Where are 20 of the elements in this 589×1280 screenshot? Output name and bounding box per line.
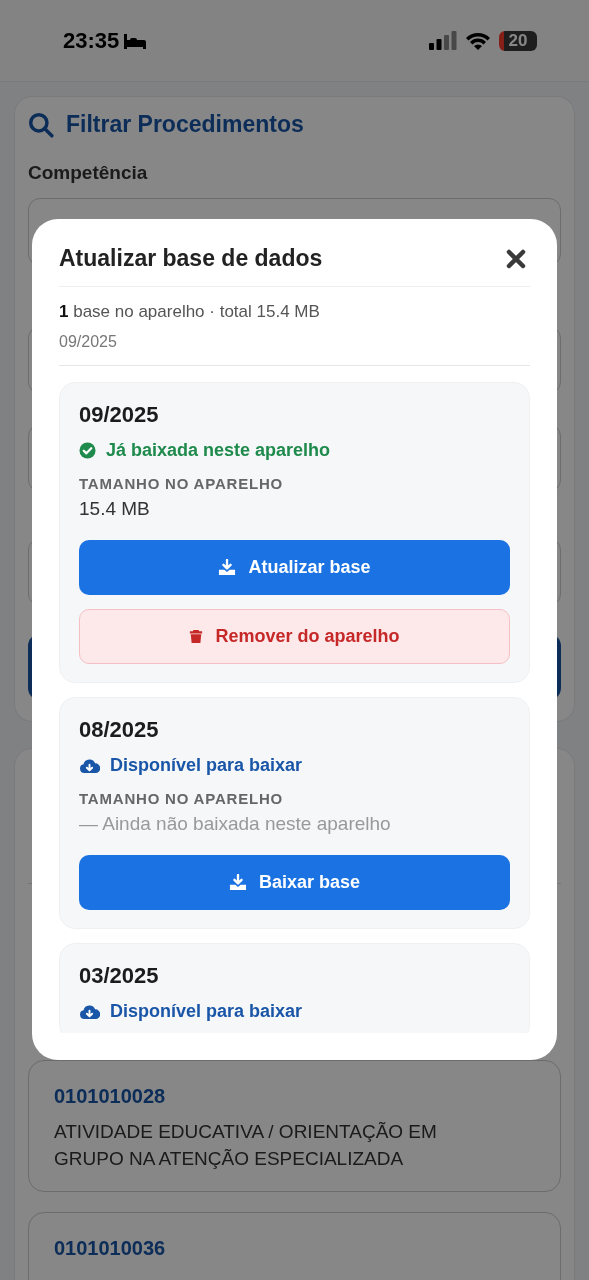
base-period: 03/2025 [79,963,160,989]
status-text: Já baixada neste aparelho [106,440,331,461]
base-period: 08/2025 [79,717,160,743]
dialog-title: Atualizar base de dados [59,245,323,272]
field-label: Competência [28,162,149,184]
summary-text: 1 base no aparelho · total 15.4 MB [59,302,321,322]
status-text: Disponível para baixar [110,1001,303,1022]
procedure-code: 0101010036 [54,1237,167,1260]
summary-detail: 09/2025 [59,333,118,351]
procedure-description: ATIVIDADE EDUCATIVA / ORIENTAÇÃO EM GRUPO NA ATENÇÃO ESPECIALIZADA [54,1120,438,1171]
size-label: TAMANHO NO APARELHO [79,475,285,492]
size-value: — Ainda não baixada neste aparelho [79,813,392,835]
size-label: TAMANHO NO APARELHO [79,790,285,807]
card-title: Filtrar Procedimentos [66,111,304,138]
clock-time: 23:35 [63,27,120,54]
base-period: 09/2025 [79,402,160,428]
size-value: 15.4 MB [79,498,151,520]
battery-percent: 20 [508,30,528,51]
status-text: Disponível para baixar [110,755,303,776]
procedure-code: 0101010028 [54,1085,167,1108]
